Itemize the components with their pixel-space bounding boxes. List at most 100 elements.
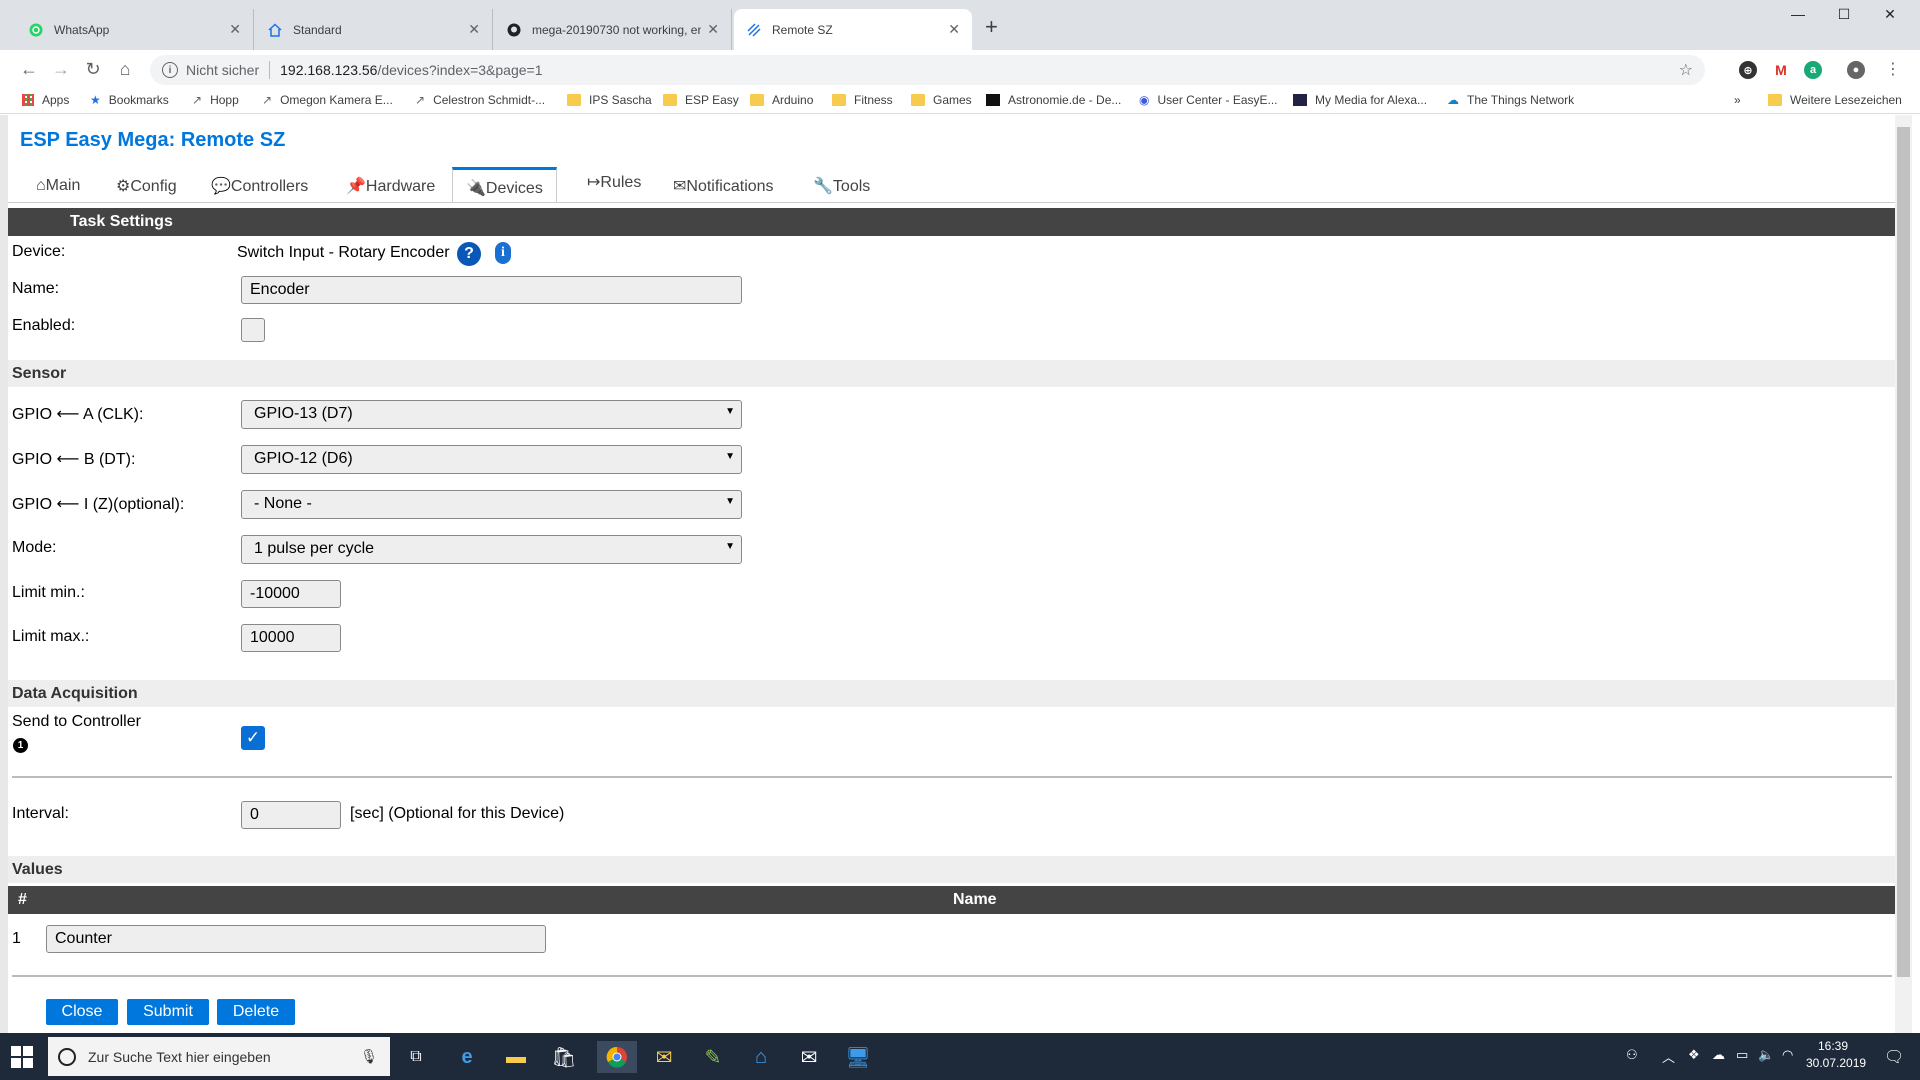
close-tab-icon[interactable]: ✕: [948, 21, 960, 38]
extension-icon[interactable]: ⊕: [1739, 61, 1757, 79]
info-icon[interactable]: i: [162, 62, 178, 78]
bookmark-apps[interactable]: Apps: [22, 93, 69, 107]
send-to-controller-checkbox[interactable]: ✓: [241, 726, 265, 750]
maximize-icon[interactable]: ☐: [1824, 6, 1864, 23]
wifi-icon[interactable]: ◠: [1782, 1047, 1793, 1063]
bookmark-celestron[interactable]: ↗ Celestron Schmidt-...: [415, 93, 545, 107]
bookmark-bookmarks[interactable]: ★ Bookmarks: [90, 93, 169, 107]
back-icon[interactable]: ←: [14, 54, 44, 84]
clock-date[interactable]: 30.07.2019: [1806, 1056, 1866, 1070]
scrollbar-thumb[interactable]: [1897, 127, 1910, 977]
data-acquisition-section: Data Acquisition: [8, 680, 1895, 707]
browser-toolbar: ← → ↻ ⌂ i Nicht sicher 192.168.123.56/de…: [0, 50, 1920, 88]
value-name-input[interactable]: Counter: [46, 925, 546, 953]
bookmark-my-media[interactable]: My Media for Alexa...: [1293, 93, 1427, 107]
people-icon[interactable]: ⚇: [1626, 1047, 1638, 1063]
home-icon[interactable]: ⌂: [110, 54, 140, 84]
browser-tab-remote-sz[interactable]: Remote SZ ✕: [734, 9, 972, 50]
gpio-b-select[interactable]: GPIO-12 (D6) ▼: [241, 445, 742, 474]
enabled-checkbox[interactable]: [241, 318, 265, 342]
windows-start-icon[interactable]: [10, 1045, 34, 1069]
other-bookmarks[interactable]: Weitere Lesezeichen: [1768, 93, 1902, 107]
limit-min-input[interactable]: -10000: [241, 580, 341, 608]
browser-tab-whatsapp[interactable]: WhatsApp ✕: [16, 9, 254, 50]
info-icon[interactable]: i: [495, 242, 511, 264]
folder-icon: [832, 94, 846, 106]
browser-tab-github[interactable]: mega-20190730 not working, en ✕: [494, 9, 732, 50]
taskbar-search-box[interactable]: Zur Suche Text hier eingeben 🎙: [48, 1037, 390, 1076]
star-icon[interactable]: ☆: [1679, 60, 1693, 80]
send-to-controller-label: Send to Controller: [12, 713, 141, 730]
file-explorer-icon[interactable]: ▬: [500, 1041, 532, 1073]
chrome-icon[interactable]: [597, 1041, 637, 1073]
bookmark-things-network[interactable]: ☁ The Things Network: [1447, 93, 1574, 107]
menu-hardware[interactable]: 📌Hardware: [333, 171, 448, 201]
delete-button[interactable]: Delete: [217, 999, 295, 1025]
help-icon[interactable]: ?: [457, 242, 481, 266]
mode-select[interactable]: 1 pulse per cycle ▼: [241, 535, 742, 564]
volume-icon[interactable]: 🔈: [1758, 1047, 1774, 1063]
bookmark-astronomie[interactable]: Astronomie.de - De...: [986, 93, 1121, 107]
notification-center-icon[interactable]: 🗨: [1884, 1047, 1904, 1067]
bookmark-user-center[interactable]: ◉ User Center - EasyE...: [1139, 93, 1278, 107]
dropbox-icon[interactable]: ❖: [1688, 1047, 1700, 1063]
clock-time[interactable]: 16:39: [1818, 1039, 1848, 1053]
bookmark-arduino[interactable]: Arduino: [750, 93, 813, 107]
bookmark-fitness[interactable]: Fitness: [832, 93, 893, 107]
reload-icon[interactable]: ↻: [78, 54, 108, 84]
gpio-i-select[interactable]: - None - ▼: [241, 490, 742, 519]
forward-icon[interactable]: →: [46, 54, 76, 84]
task-view-icon[interactable]: ⧉: [400, 1041, 432, 1073]
menu-notifications[interactable]: ✉Notifications: [660, 171, 787, 201]
bookmark-ips-sascha[interactable]: IPS Sascha: [567, 93, 652, 107]
bookmark-omegon[interactable]: ↗ Omegon Kamera E...: [262, 93, 393, 107]
battery-icon[interactable]: ▭: [1736, 1047, 1748, 1063]
home-app-icon[interactable]: ⌂: [745, 1041, 777, 1073]
onedrive-icon[interactable]: ☁: [1712, 1047, 1725, 1063]
edge-icon[interactable]: e: [451, 1041, 483, 1073]
page-scrollbar[interactable]: [1895, 115, 1912, 1033]
github-icon: [506, 22, 522, 38]
extension-a-icon[interactable]: a: [1804, 61, 1822, 79]
network-app-icon[interactable]: 🖥: [842, 1041, 874, 1073]
menu-rules[interactable]: ↦Rules: [574, 167, 654, 197]
browser-tab-standard[interactable]: Standard ✕: [255, 9, 493, 50]
profile-avatar[interactable]: ●: [1847, 61, 1865, 79]
gpio-b-label: GPIO ⟵ B (DT):: [12, 451, 136, 468]
address-bar[interactable]: i Nicht sicher 192.168.123.56/devices?in…: [150, 55, 1705, 85]
limit-max-input[interactable]: 10000: [241, 624, 341, 652]
new-tab-icon[interactable]: +: [985, 14, 998, 40]
bookmarks-overflow-button[interactable]: »: [1734, 93, 1741, 107]
editor-icon[interactable]: ✎: [697, 1041, 729, 1073]
menu-kebab-icon[interactable]: ⋮: [1878, 54, 1908, 84]
close-tab-icon[interactable]: ✕: [229, 21, 241, 38]
menu-tools[interactable]: 🔧Tools: [800, 171, 883, 201]
notes-icon[interactable]: ✉: [648, 1041, 680, 1073]
minimize-icon[interactable]: —: [1778, 6, 1818, 22]
menu-controllers[interactable]: 💬Controllers: [198, 171, 321, 201]
tray-expand-icon[interactable]: ︿: [1662, 1047, 1675, 1066]
submit-button[interactable]: Submit: [127, 999, 209, 1025]
dropdown-arrow-icon: ▼: [725, 496, 735, 507]
window-close-icon[interactable]: ✕: [1870, 6, 1910, 23]
bookmark-games[interactable]: Games: [911, 93, 972, 107]
whatsapp-icon: [28, 22, 44, 38]
menu-devices[interactable]: 🔌Devices: [452, 167, 557, 203]
apps-grid-icon: [22, 94, 34, 106]
menu-main[interactable]: ⌂Main: [23, 171, 93, 201]
interval-input[interactable]: 0: [241, 801, 341, 829]
close-tab-icon[interactable]: ✕: [707, 21, 719, 38]
close-button[interactable]: Close: [46, 999, 118, 1025]
search-icon: [58, 1047, 76, 1066]
name-input[interactable]: Encoder: [241, 276, 742, 304]
store-icon[interactable]: 🛍: [548, 1041, 580, 1073]
menu-config[interactable]: ⚙Config: [103, 171, 190, 201]
mail-icon[interactable]: ✉: [793, 1041, 825, 1073]
bookmark-esp-easy[interactable]: ESP Easy: [663, 93, 739, 107]
microphone-icon[interactable]: 🎙: [360, 1048, 378, 1065]
gmail-icon[interactable]: M: [1772, 61, 1790, 79]
bookmark-hopp[interactable]: ↗ Hopp: [192, 93, 239, 107]
page-title: ESP Easy Mega: Remote SZ: [20, 129, 286, 151]
close-tab-icon[interactable]: ✕: [468, 21, 480, 38]
gpio-a-select[interactable]: GPIO-13 (D7) ▼: [241, 400, 742, 429]
